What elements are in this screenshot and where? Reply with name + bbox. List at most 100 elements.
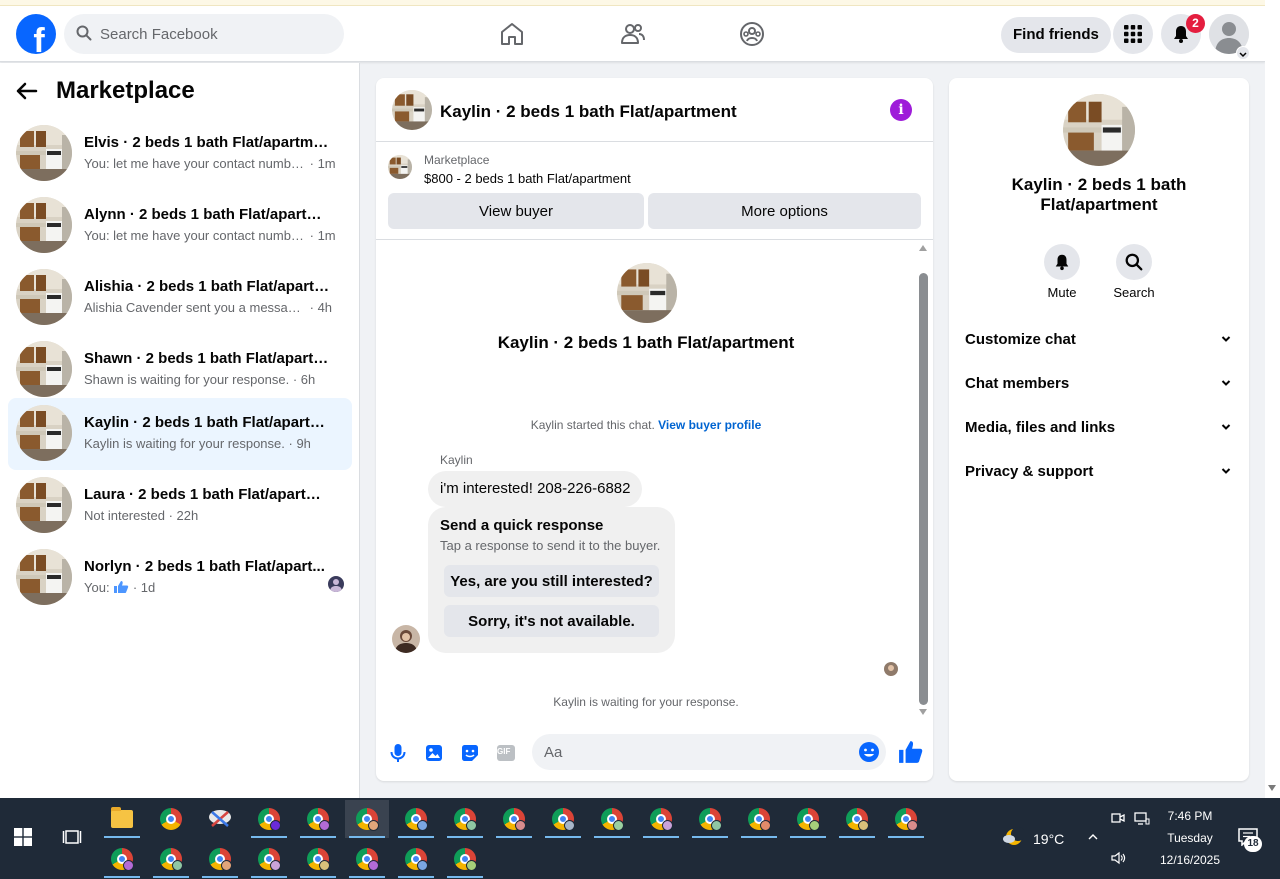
chrome-taskbar-app[interactable]: [492, 800, 536, 838]
chrome-taskbar-app[interactable]: [100, 840, 144, 878]
network-icon[interactable]: [1134, 810, 1150, 826]
sticker-icon[interactable]: [458, 741, 482, 765]
chrome-icon: [454, 848, 477, 871]
chrome-taskbar-app[interactable]: [394, 800, 438, 838]
chat-started-notice: Kaylin started this chat. View buyer pro…: [376, 418, 916, 432]
page-scroll-down-arrow[interactable]: [1268, 785, 1276, 791]
chrome-taskbar-app[interactable]: [541, 800, 585, 838]
message-thread[interactable]: Kaylin · 2 beds 1 bath Flat/apartment Ka…: [376, 241, 933, 717]
customize-chat-row[interactable]: Customize chat: [965, 320, 1233, 360]
meet-now-icon[interactable]: [1110, 810, 1126, 826]
conversation-item[interactable]: Norlyn · 2 beds 1 bath Flat/apart... You…: [8, 542, 352, 614]
find-friends-button[interactable]: Find friends: [1001, 17, 1111, 53]
search-label: Search: [1113, 285, 1155, 300]
clock-time[interactable]: 7:46 PM: [1158, 809, 1222, 823]
quick-reply-still-interested-button[interactable]: Yes, are you still interested?: [444, 565, 659, 597]
chat-title[interactable]: Kaylin · 2 beds 1 bath Flat/apartment: [440, 102, 737, 122]
chrome-icon: [356, 848, 379, 871]
conversation-item[interactable]: Shawn · 2 beds 1 bath Flat/apartm... Sha…: [8, 334, 352, 406]
chat-members-row[interactable]: Chat members: [965, 364, 1233, 404]
conversation-item[interactable]: Laura · 2 beds 1 bath Flat/apartment Not…: [8, 470, 352, 542]
chrome-taskbar-app[interactable]: [149, 840, 193, 878]
chrome-taskbar-app[interactable]: [247, 800, 291, 838]
sender-avatar[interactable]: [392, 625, 420, 653]
chrome-taskbar-app-active[interactable]: [345, 800, 389, 838]
chrome-taskbar-app[interactable]: [198, 840, 242, 878]
conversation-item[interactable]: Alynn · 2 beds 1 bath Flat/apartment You…: [8, 190, 352, 262]
conversation-preview: Shawn is waiting for your response. · 6h: [84, 372, 336, 387]
chrome-taskbar-app[interactable]: [590, 800, 634, 838]
sniping-tool-taskbar-app[interactable]: [198, 800, 242, 838]
facebook-logo-icon[interactable]: f: [16, 14, 56, 54]
section-label: Chat members: [965, 375, 1070, 392]
groups-icon[interactable]: [738, 20, 766, 48]
view-buyer-button[interactable]: View buyer: [388, 193, 644, 229]
chrome-taskbar-app[interactable]: [247, 840, 291, 878]
chrome-taskbar-app[interactable]: [443, 840, 487, 878]
chrome-taskbar-app[interactable]: [786, 800, 830, 838]
thread-scrollbar[interactable]: [919, 273, 928, 705]
conversation-item[interactable]: Alishia · 2 beds 1 bath Flat/apartm... A…: [8, 262, 352, 334]
chrome-taskbar-app[interactable]: [345, 840, 389, 878]
chrome-taskbar-app[interactable]: [149, 800, 193, 838]
conversation-title: Shawn · 2 beds 1 bath Flat/apartm...: [84, 350, 334, 367]
photo-icon[interactable]: [422, 741, 446, 765]
friends-icon[interactable]: [619, 20, 647, 48]
temperature-label[interactable]: 19°C: [1033, 831, 1064, 847]
chrome-taskbar-app[interactable]: [835, 800, 879, 838]
conversation-item-active[interactable]: Kaylin · 2 beds 1 bath Flat/apartme... K…: [8, 398, 352, 470]
chrome-taskbar-app[interactable]: [737, 800, 781, 838]
microphone-icon[interactable]: [386, 741, 410, 765]
windows-taskbar: 19°C 7:46 PM Tuesday 12/16/2025 18: [0, 798, 1280, 879]
chevron-down-icon: [1221, 380, 1231, 386]
privacy-support-row[interactable]: Privacy & support: [965, 452, 1233, 492]
show-hidden-icons-chevron-icon[interactable]: [1087, 831, 1099, 843]
conversation-title: Kaylin · 2 beds 1 bath Flat/apartme...: [84, 414, 334, 431]
task-view-icon[interactable]: [62, 827, 82, 847]
view-buyer-profile-link[interactable]: View buyer profile: [658, 418, 761, 432]
weather-moon-cloud-icon[interactable]: [1000, 826, 1024, 850]
chrome-taskbar-app[interactable]: [884, 800, 928, 838]
search-box[interactable]: [64, 14, 344, 54]
gif-icon[interactable]: GIF: [494, 741, 518, 765]
search-in-conversation-button[interactable]: Search: [1104, 244, 1164, 300]
page-scrollbar[interactable]: [1265, 0, 1280, 798]
chat-started-text: Kaylin started this chat.: [530, 418, 655, 432]
back-arrow-icon[interactable]: [16, 76, 46, 106]
chrome-taskbar-app[interactable]: [296, 840, 340, 878]
message-input-box[interactable]: [532, 734, 886, 770]
conversation-item[interactable]: Elvis · 2 beds 1 bath Flat/apartment You…: [8, 118, 352, 190]
emoji-icon[interactable]: [858, 741, 880, 763]
info-icon[interactable]: i: [890, 99, 912, 121]
chrome-taskbar-app[interactable]: [688, 800, 732, 838]
file-explorer-taskbar-app[interactable]: [100, 800, 144, 838]
thumbs-up-send-icon[interactable]: [898, 739, 924, 765]
chrome-taskbar-app[interactable]: [639, 800, 683, 838]
windows-start-icon[interactable]: [14, 828, 32, 846]
mute-button[interactable]: Mute: [1032, 244, 1092, 300]
media-files-links-row[interactable]: Media, files and links: [965, 408, 1233, 448]
incoming-message-bubble[interactable]: i'm interested! 208-226-6882: [428, 471, 643, 507]
chat-listing-thumbnail[interactable]: [392, 90, 432, 130]
chrome-taskbar-app[interactable]: [296, 800, 340, 838]
listing-category: Marketplace: [424, 153, 490, 167]
clock-day[interactable]: Tuesday: [1158, 831, 1222, 845]
section-label: Media, files and links: [965, 419, 1116, 436]
home-icon[interactable]: [498, 20, 526, 48]
quick-response-title: Send a quick response: [440, 517, 604, 534]
account-chevron-icon[interactable]: [1236, 46, 1250, 60]
chrome-taskbar-app[interactable]: [394, 840, 438, 878]
chrome-taskbar-app[interactable]: [443, 800, 487, 838]
listing-thumbnail: [16, 341, 72, 397]
clock-date[interactable]: 12/16/2025: [1152, 853, 1228, 867]
more-options-button[interactable]: More options: [648, 193, 921, 229]
scroll-up-arrow[interactable]: [919, 245, 927, 251]
search-input[interactable]: [100, 14, 330, 54]
menu-button[interactable]: [1113, 14, 1153, 54]
conversation-message: You: let me have your contact numbe...: [84, 156, 306, 171]
volume-icon[interactable]: [1110, 850, 1126, 866]
message-input[interactable]: [544, 734, 844, 770]
quick-reply-not-available-button[interactable]: Sorry, it's not available.: [444, 605, 659, 637]
conversation-preview: You: let me have your contact numbe... ·…: [84, 156, 336, 171]
scroll-down-arrow[interactable]: [919, 709, 927, 715]
